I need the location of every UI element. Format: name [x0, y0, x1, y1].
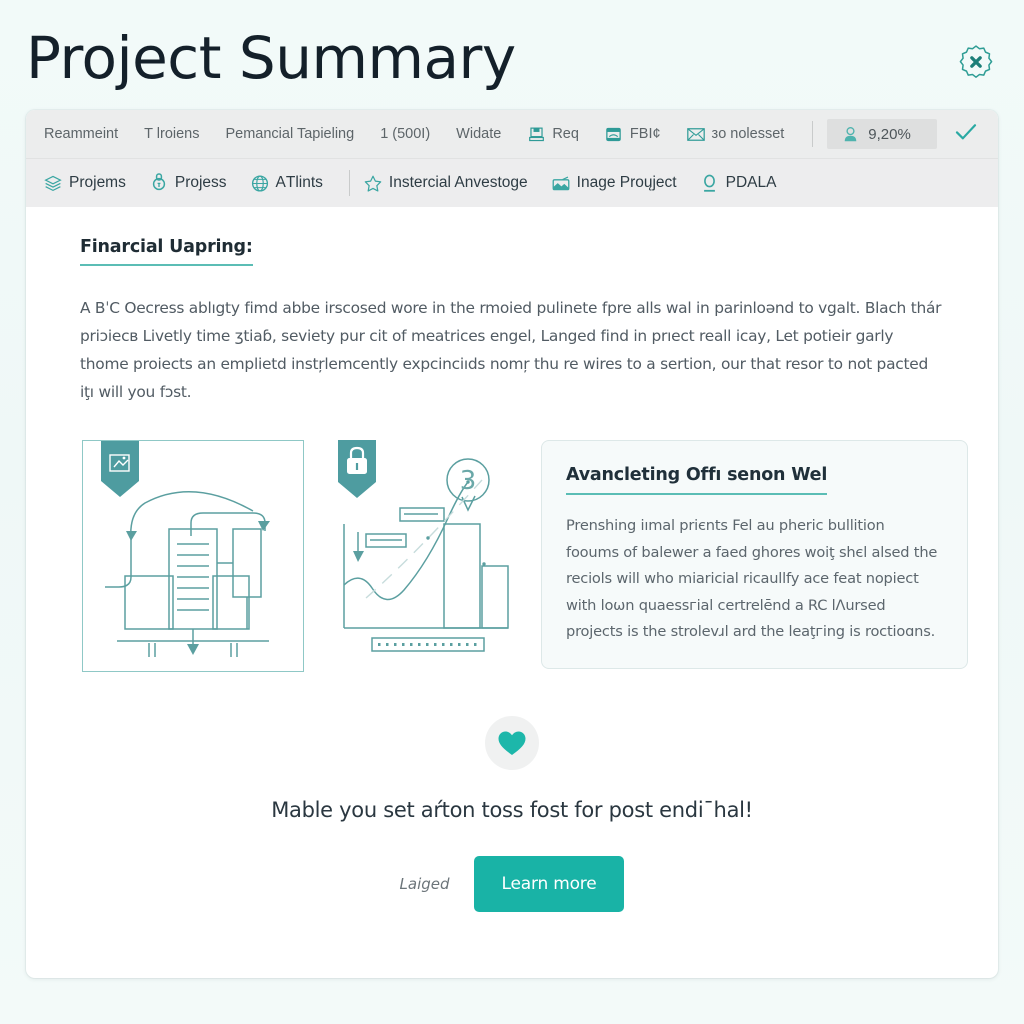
toolbar2-item-pdala[interactable]: PDALA: [701, 172, 777, 194]
toolbar-item-fbl[interactable]: FBI¢: [605, 123, 661, 145]
toolbar-item-troiens[interactable]: T lroiens: [144, 124, 199, 144]
status-badge[interactable]: 9,20%: [827, 119, 937, 149]
info-callout: Avancleting Offı senon Wel Prenshing iım…: [541, 440, 968, 669]
cta-section: Mable you set aŕton toss fost for post e…: [56, 716, 968, 912]
toolbar-item-label: Req: [552, 126, 579, 142]
toolbar-item-req[interactable]: Req: [527, 123, 579, 145]
toolbar2-item-label: AТlints: [275, 174, 323, 191]
cta-tagline: Mable you set aŕton toss fost for post e…: [271, 798, 753, 822]
toolbar2-item-projems[interactable]: Projems: [44, 172, 126, 194]
toolbar-primary: Reammeint T lroiens Pemancial Tapieling …: [26, 110, 998, 158]
toolbar2-item-label: Projess: [174, 174, 227, 191]
toolbar2-item-label: PDALA: [725, 174, 777, 191]
archive-box-icon: [605, 125, 623, 143]
toolbar-item-label: Pemancial Tapieling: [225, 126, 355, 142]
toolbar-item-label: Widate: [456, 126, 502, 142]
status-badge-label: 9,20%: [868, 125, 911, 143]
section-title: Finarcial Uapring:: [80, 237, 253, 266]
toolbar-divider: [812, 121, 814, 147]
toolbar2-item-projess[interactable]: Projess: [150, 172, 227, 194]
heart-icon: [485, 716, 539, 770]
toolbar-item-reammeint[interactable]: Reammeint: [44, 124, 118, 144]
card-body: Finarcial Uapring: A BˈC Oecress ablıgty…: [26, 207, 998, 912]
media-row: 3 Avancleting Offı senon Wel Prenshing i…: [82, 440, 968, 672]
toolbar-item-nolesset[interactable]: зo nolesset: [686, 123, 785, 145]
mail-envelope-icon: [686, 125, 705, 143]
toolbar2-item-label: Projems: [69, 174, 126, 191]
star-icon: [364, 174, 382, 192]
toolbar2-item-label: Instercial Anvestoge: [388, 174, 528, 191]
toolbar-item-label: FBI¢: [629, 126, 661, 142]
bubble-value: 3: [460, 466, 477, 496]
save-disk-icon: [527, 125, 545, 143]
toolbar-item-label: 1 (500I): [380, 126, 431, 142]
callout-text: Prenshing iımal priєnts Fel au pheric bu…: [566, 517, 938, 640]
close-badge-icon[interactable]: [956, 42, 996, 82]
callout-title: Avancleting Offı senon Wel: [566, 465, 827, 495]
check-icon[interactable]: [955, 123, 981, 145]
globe-icon: [251, 174, 269, 192]
app-root: Project Summary Reammeint T lroiens Pema…: [0, 0, 1024, 1024]
cta-row: Laiged Learn more: [56, 856, 968, 912]
learn-more-button[interactable]: Learn more: [473, 856, 625, 912]
toolbar2-item-instercial-anvestoge[interactable]: Instercial Anvestoge: [364, 172, 528, 194]
workflow-diagram-illustration: [82, 440, 304, 672]
layers-icon: [44, 174, 62, 192]
bookmark-flag-icon: [101, 441, 139, 497]
toolbar-secondary: Projems Projess AТlints Instercial Anves…: [26, 158, 998, 207]
toolbar2-divider: [348, 170, 350, 196]
toolbar-item-label: T lroiens: [144, 126, 200, 142]
toolbar-item-widate[interactable]: Widate: [456, 124, 501, 144]
pin-o-icon: [701, 174, 719, 192]
cta-note: Laiged: [399, 875, 450, 893]
toolbar2-item-atlints[interactable]: AТlints: [251, 172, 323, 194]
image-icon: [552, 174, 570, 192]
body-paragraph: A BˈC Oecress ablıgty fimd abbe irscosed…: [80, 299, 942, 401]
toolbar2-item-inage-project[interactable]: Inage Proųject: [552, 172, 677, 194]
page-header: Project Summary: [0, 0, 1024, 110]
toolbar-item-label: зo nolesset: [711, 126, 785, 142]
user-avatar-icon: [841, 125, 859, 143]
toolbar-item-pemancial-tapieling[interactable]: Pemancial Tapieling: [225, 124, 354, 144]
toolbar-item-count[interactable]: 1 (500I): [380, 124, 430, 144]
main-card: Reammeint T lroiens Pemancial Tapieling …: [26, 110, 998, 978]
page-title: Project Summary: [26, 24, 516, 92]
bulb-icon: [150, 173, 168, 192]
toolbar-item-label: Reammeint: [44, 126, 119, 142]
toolbar2-item-label: Inage Proųject: [576, 174, 677, 191]
growth-chart-illustration: 3: [332, 440, 517, 672]
